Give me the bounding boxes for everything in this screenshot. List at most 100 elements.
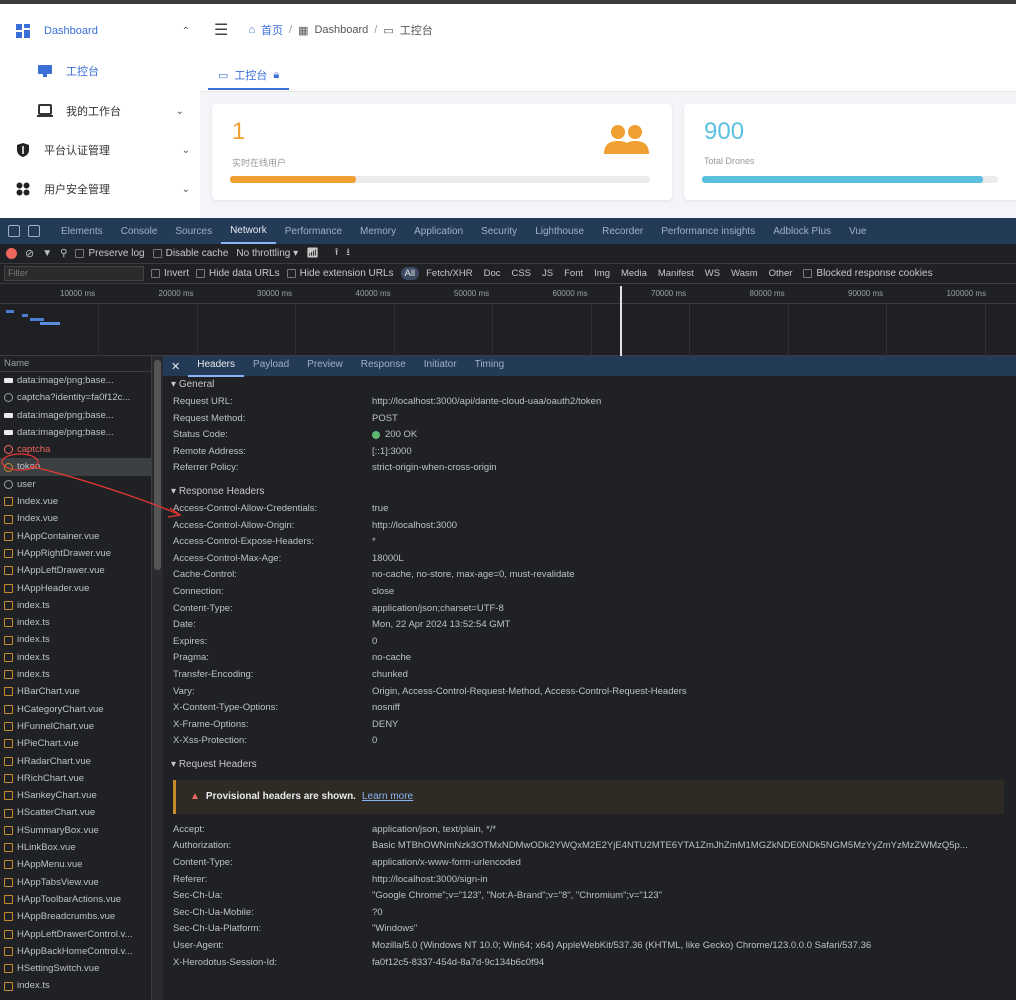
request-row[interactable]: HRichChart.vue [0, 770, 151, 787]
blocked-cookies-checkbox[interactable]: Blocked response cookies [803, 268, 933, 279]
request-row[interactable]: HSummaryBox.vue [0, 822, 151, 839]
breadcrumb-item[interactable]: Dashboard [314, 24, 368, 36]
devtools-tab-adblock-plus[interactable]: Adblock Plus [764, 226, 840, 237]
clear-icon[interactable]: ⊘ [25, 247, 34, 260]
request-row[interactable]: HRadarChart.vue [0, 753, 151, 770]
devtools-tab-sources[interactable]: Sources [166, 226, 221, 237]
filter-type-img[interactable]: Img [590, 267, 614, 280]
timeline-overview[interactable] [0, 286, 1016, 356]
request-row[interactable]: HSankeyChart.vue [0, 787, 151, 804]
section-general[interactable]: ▾ General [163, 376, 1016, 394]
request-row[interactable]: HAppLeftDrawer.vue [0, 562, 151, 579]
request-row[interactable]: token [0, 458, 151, 476]
request-row[interactable]: HSettingSwitch.vue [0, 960, 151, 977]
request-row[interactable]: HAppBreadcrumbs.vue [0, 908, 151, 925]
request-row[interactable]: index.ts [0, 597, 151, 614]
request-row[interactable]: Index.vue [0, 493, 151, 510]
devtools-tab-console[interactable]: Console [112, 226, 167, 237]
request-row[interactable]: index.ts [0, 649, 151, 666]
devtools-tab-performance[interactable]: Performance [276, 226, 351, 237]
request-row[interactable]: HCategoryChart.vue [0, 701, 151, 718]
filter-type-css[interactable]: CSS [507, 267, 535, 280]
request-row[interactable]: HScatterChart.vue [0, 804, 151, 821]
tab-workbench[interactable]: ▭ 工控台 🔒︎ [208, 62, 290, 90]
request-row[interactable]: data:image/png;base... [0, 372, 151, 389]
request-row[interactable]: HAppContainer.vue [0, 528, 151, 545]
detail-tab-response[interactable]: Response [352, 356, 415, 377]
upload-icon[interactable]: ⭱ [335, 245, 339, 262]
request-row[interactable]: data:image/png;base... [0, 407, 151, 424]
detail-tab-initiator[interactable]: Initiator [415, 356, 466, 377]
request-row[interactable]: HAppMenu.vue [0, 856, 151, 873]
request-row[interactable]: HBarChart.vue [0, 683, 151, 700]
request-row[interactable]: HAppBackHomeControl.v... [0, 943, 151, 960]
request-row[interactable]: index.ts [0, 977, 151, 994]
hide-extension-urls-checkbox[interactable]: Hide extension URLs [286, 268, 394, 279]
devtools-tab-lighthouse[interactable]: Lighthouse [526, 226, 593, 237]
request-row[interactable]: data:image/png;base... [0, 424, 151, 441]
filter-icon[interactable]: ▼ [42, 248, 52, 259]
throttling-select[interactable]: No throttling ▾ [236, 248, 298, 259]
filter-type-fetch-xhr[interactable]: Fetch/XHR [422, 267, 476, 280]
filter-type-media[interactable]: Media [617, 267, 651, 280]
filter-type-manifest[interactable]: Manifest [654, 267, 698, 280]
devtools-tab-vue[interactable]: Vue [840, 226, 875, 237]
detail-tab-timing[interactable]: Timing [466, 356, 514, 377]
learn-more-link[interactable]: Learn more [362, 791, 413, 802]
request-row[interactable]: Index.vue [0, 510, 151, 527]
request-row[interactable]: HPieChart.vue [0, 735, 151, 752]
request-row[interactable]: index.ts [0, 614, 151, 631]
record-icon[interactable] [6, 248, 17, 259]
wifi-icon[interactable]: 📶︎ [306, 248, 319, 259]
filter-type-other[interactable]: Other [765, 267, 797, 280]
request-row[interactable]: HAppLeftDrawerControl.v... [0, 926, 151, 943]
request-row[interactable]: captcha [0, 441, 151, 458]
request-row[interactable]: index.ts [0, 666, 151, 683]
section-response-headers[interactable]: ▾ Response Headers [163, 483, 1016, 501]
close-icon[interactable]: ✕ [163, 360, 188, 373]
search-icon[interactable]: ⚲ [60, 248, 67, 259]
devtools-tab-recorder[interactable]: Recorder [593, 226, 652, 237]
filter-type-doc[interactable]: Doc [480, 267, 505, 280]
devtools-tab-elements[interactable]: Elements [52, 226, 112, 237]
devtools-tab-application[interactable]: Application [405, 226, 472, 237]
menu-toggle-icon[interactable]: ☰ [214, 20, 228, 40]
hide-data-urls-checkbox[interactable]: Hide data URLs [196, 268, 280, 279]
scrollbar-thumb[interactable] [154, 360, 161, 570]
filter-type-js[interactable]: JS [538, 267, 557, 280]
request-row[interactable]: HAppHeader.vue [0, 580, 151, 597]
filter-type-font[interactable]: Font [560, 267, 587, 280]
request-row[interactable]: captcha?identity=fa0f12c... [0, 389, 151, 406]
devtools-tab-performance-insights[interactable]: Performance insights [652, 226, 764, 237]
request-row[interactable]: HFunnelChart.vue [0, 718, 151, 735]
disable-cache-checkbox[interactable]: Disable cache [152, 248, 228, 259]
request-row[interactable]: index.ts [0, 631, 151, 648]
column-header-name[interactable]: Name [0, 356, 151, 372]
devtools-tab-security[interactable]: Security [472, 226, 526, 237]
sidebar-item-auth-management[interactable]: 平台认证管理 ⌄ [14, 135, 190, 165]
detail-tab-payload[interactable]: Payload [244, 356, 298, 377]
request-list-scrollbar[interactable] [152, 356, 163, 1000]
inspect-icon[interactable] [8, 225, 20, 237]
preserve-log-checkbox[interactable]: Preserve log [75, 248, 145, 259]
invert-checkbox[interactable]: Invert [151, 268, 189, 279]
detail-tab-headers[interactable]: Headers [188, 356, 245, 377]
sidebar-item-my-workbench[interactable]: 我的工作台 ⌄ [36, 96, 184, 126]
sidebar-item-workbench[interactable]: 工控台 [36, 56, 176, 86]
filter-type-ws[interactable]: WS [701, 267, 724, 280]
sidebar-item-dashboard[interactable]: Dashboard ⌃ [14, 16, 190, 46]
section-request-headers[interactable]: ▾ Request Headers [163, 756, 1016, 774]
request-row[interactable]: HAppToolbarActions.vue [0, 891, 151, 908]
download-icon[interactable]: ⭳ [346, 245, 350, 262]
sidebar-item-user-security[interactable]: 用户安全管理 ⌄ [14, 174, 190, 204]
devtools-tab-memory[interactable]: Memory [351, 226, 405, 237]
filter-type-wasm[interactable]: Wasm [727, 267, 762, 280]
device-toolbar-icon[interactable] [28, 225, 40, 237]
filter-type-all[interactable]: All [400, 267, 420, 280]
filter-input[interactable]: Filter [4, 266, 144, 281]
request-row[interactable]: HLinkBox.vue [0, 839, 151, 856]
request-row[interactable]: HAppTabsView.vue [0, 874, 151, 891]
request-row[interactable]: user [0, 476, 151, 493]
breadcrumb-item[interactable]: 首页 [261, 22, 283, 38]
detail-tab-preview[interactable]: Preview [298, 356, 352, 377]
